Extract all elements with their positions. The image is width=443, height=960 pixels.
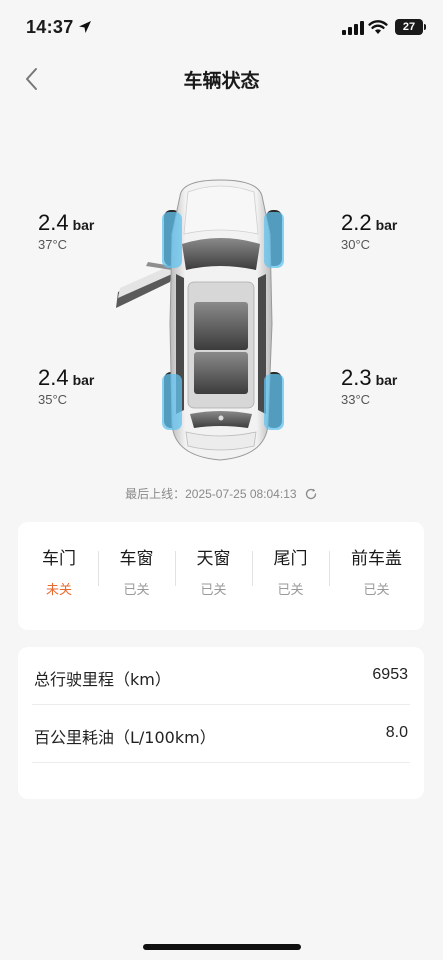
status-item-tailgate[interactable]: 尾门 已关 <box>252 522 329 630</box>
tire-temperature: 35°C <box>38 392 68 407</box>
status-item-value: 已关 <box>123 583 150 598</box>
open-door-icon <box>116 262 174 308</box>
tire-unit: bar <box>72 372 95 388</box>
stat-row-fuel-consumption: 百公里耗油（L/100km） 8.0 <box>32 705 410 763</box>
tire-unit: bar <box>375 372 398 388</box>
location-arrow-icon <box>79 21 91 33</box>
tire-rear-right: 2.3 bar 33°C <box>341 365 397 407</box>
status-item-value: 已关 <box>200 583 227 598</box>
vehicle-status-card: 车门 未关 车窗 已关 天窗 已关 尾门 已关 前车盖 已关 <box>18 522 424 630</box>
tire-rear-left: 2.4 bar 35°C <box>38 365 94 407</box>
last-online-timestamp: 最后上线：2025-07-25 08:04:13 <box>0 485 443 502</box>
stat-value: 8.0 <box>385 724 408 741</box>
status-item-label: 前车盖 <box>351 549 402 569</box>
tire-front-left: 2.4 bar 37°C <box>38 210 94 252</box>
status-item-sunroof[interactable]: 天窗 已关 <box>175 522 252 630</box>
home-indicator[interactable] <box>143 944 301 950</box>
status-item-value: 已关 <box>363 583 390 598</box>
tire-pressure: 2.2 <box>341 210 372 235</box>
page-title: 车辆状态 <box>183 70 260 92</box>
last-online-time: 2025-07-25 08:04:13 <box>185 487 297 501</box>
tire-unit: bar <box>72 217 95 233</box>
status-item-label: 尾门 <box>273 549 308 569</box>
tire-pressure: 2.3 <box>341 365 372 390</box>
trip-stats-card: 总行驶里程（km） 6953 百公里耗油（L/100km） 8.0 <box>18 647 424 799</box>
tire-temperature: 30°C <box>341 237 371 252</box>
stat-value: 6953 <box>372 666 408 683</box>
car-top-view-illustration <box>116 179 284 461</box>
battery-tip <box>424 24 426 30</box>
stat-row-total-mileage: 总行驶里程（km） 6953 <box>32 647 410 705</box>
status-item-door[interactable]: 车门 未关 <box>18 522 100 630</box>
refresh-icon[interactable] <box>304 487 318 501</box>
tire-pressure: 2.4 <box>38 365 69 390</box>
tire-temperature: 33°C <box>341 392 371 407</box>
status-item-window[interactable]: 车窗 已关 <box>98 522 175 630</box>
status-item-label: 车门 <box>42 549 76 569</box>
tire-unit: bar <box>375 217 398 233</box>
last-online-label: 最后上线： <box>125 487 186 501</box>
tire-temperature: 37°C <box>38 237 68 252</box>
status-item-hood[interactable]: 前车盖 已关 <box>329 522 424 630</box>
status-time: 14:37 <box>26 17 74 37</box>
status-item-label: 天窗 <box>196 549 231 569</box>
cellular-signal-icon <box>342 21 364 35</box>
tire-front-right: 2.2 bar 30°C <box>341 210 397 252</box>
status-bar: 14:37 27 <box>0 0 443 56</box>
tire-pressure: 2.4 <box>38 210 69 235</box>
status-item-value: 已关 <box>277 583 304 598</box>
status-item-value: 未关 <box>45 583 72 598</box>
battery-icon: 27 <box>395 19 423 35</box>
stat-label: 总行驶里程（km） <box>34 670 171 689</box>
wifi-icon <box>368 20 388 34</box>
stat-label: 百公里耗油（L/100km） <box>34 728 216 747</box>
status-item-label: 车窗 <box>119 549 154 569</box>
